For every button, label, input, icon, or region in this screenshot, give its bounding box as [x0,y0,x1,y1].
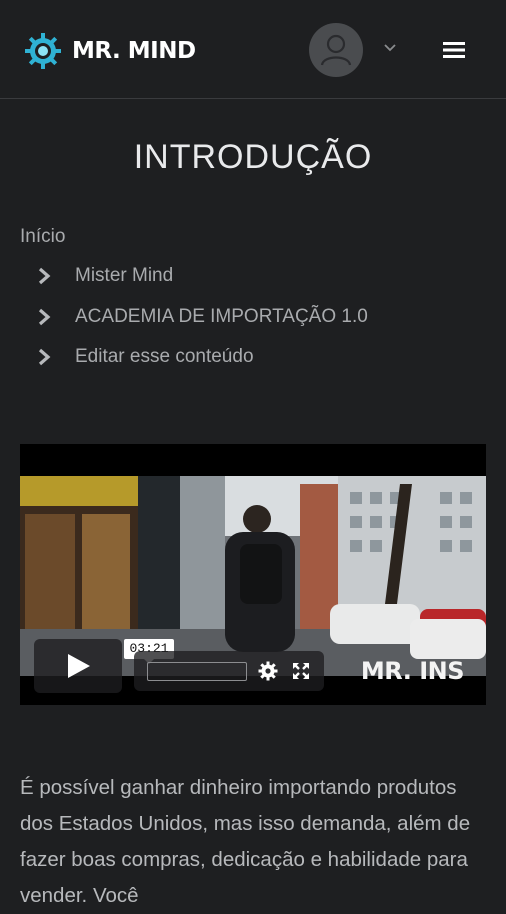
breadcrumb-item[interactable]: ACADEMIA DE IMPORTAÇÃO 1.0 [33,306,368,328]
brand-name: MR. MIND [72,38,196,64]
brand-logo[interactable]: MR. MIND [24,32,196,70]
hamburger-menu-icon[interactable] [441,38,467,62]
chevron-right-icon [38,348,51,366]
play-button[interactable] [34,639,122,693]
video-controls [134,651,324,691]
chevron-down-icon[interactable] [383,43,397,53]
breadcrumb-home[interactable]: Início [20,226,65,248]
page-title: INTRODUÇÃO [133,138,373,176]
gear-logo-icon [25,33,61,69]
video-progress-bar[interactable] [147,662,247,681]
user-avatar[interactable] [309,23,363,77]
user-avatar-icon [320,34,352,66]
chevron-right-icon [38,308,51,326]
breadcrumb-item[interactable]: Mister Mind [33,265,173,287]
top-header: MR. MIND [0,0,506,99]
breadcrumb-label: ACADEMIA DE IMPORTAÇÃO 1.0 [75,306,368,327]
play-icon [68,654,90,678]
video-player[interactable]: MR. INS 03:21 [20,444,486,705]
gear-icon[interactable] [258,661,278,681]
breadcrumb-label: Editar esse conteúdo [75,346,254,367]
chevron-right-icon [38,267,51,285]
video-watermark: MR. INS [360,657,465,685]
breadcrumb-label: Mister Mind [75,265,174,286]
breadcrumb-item[interactable]: Editar esse conteúdo [33,346,254,368]
article-body: É possível ganhar dinheiro importando pr… [20,776,471,907]
fullscreen-icon[interactable] [291,661,311,681]
